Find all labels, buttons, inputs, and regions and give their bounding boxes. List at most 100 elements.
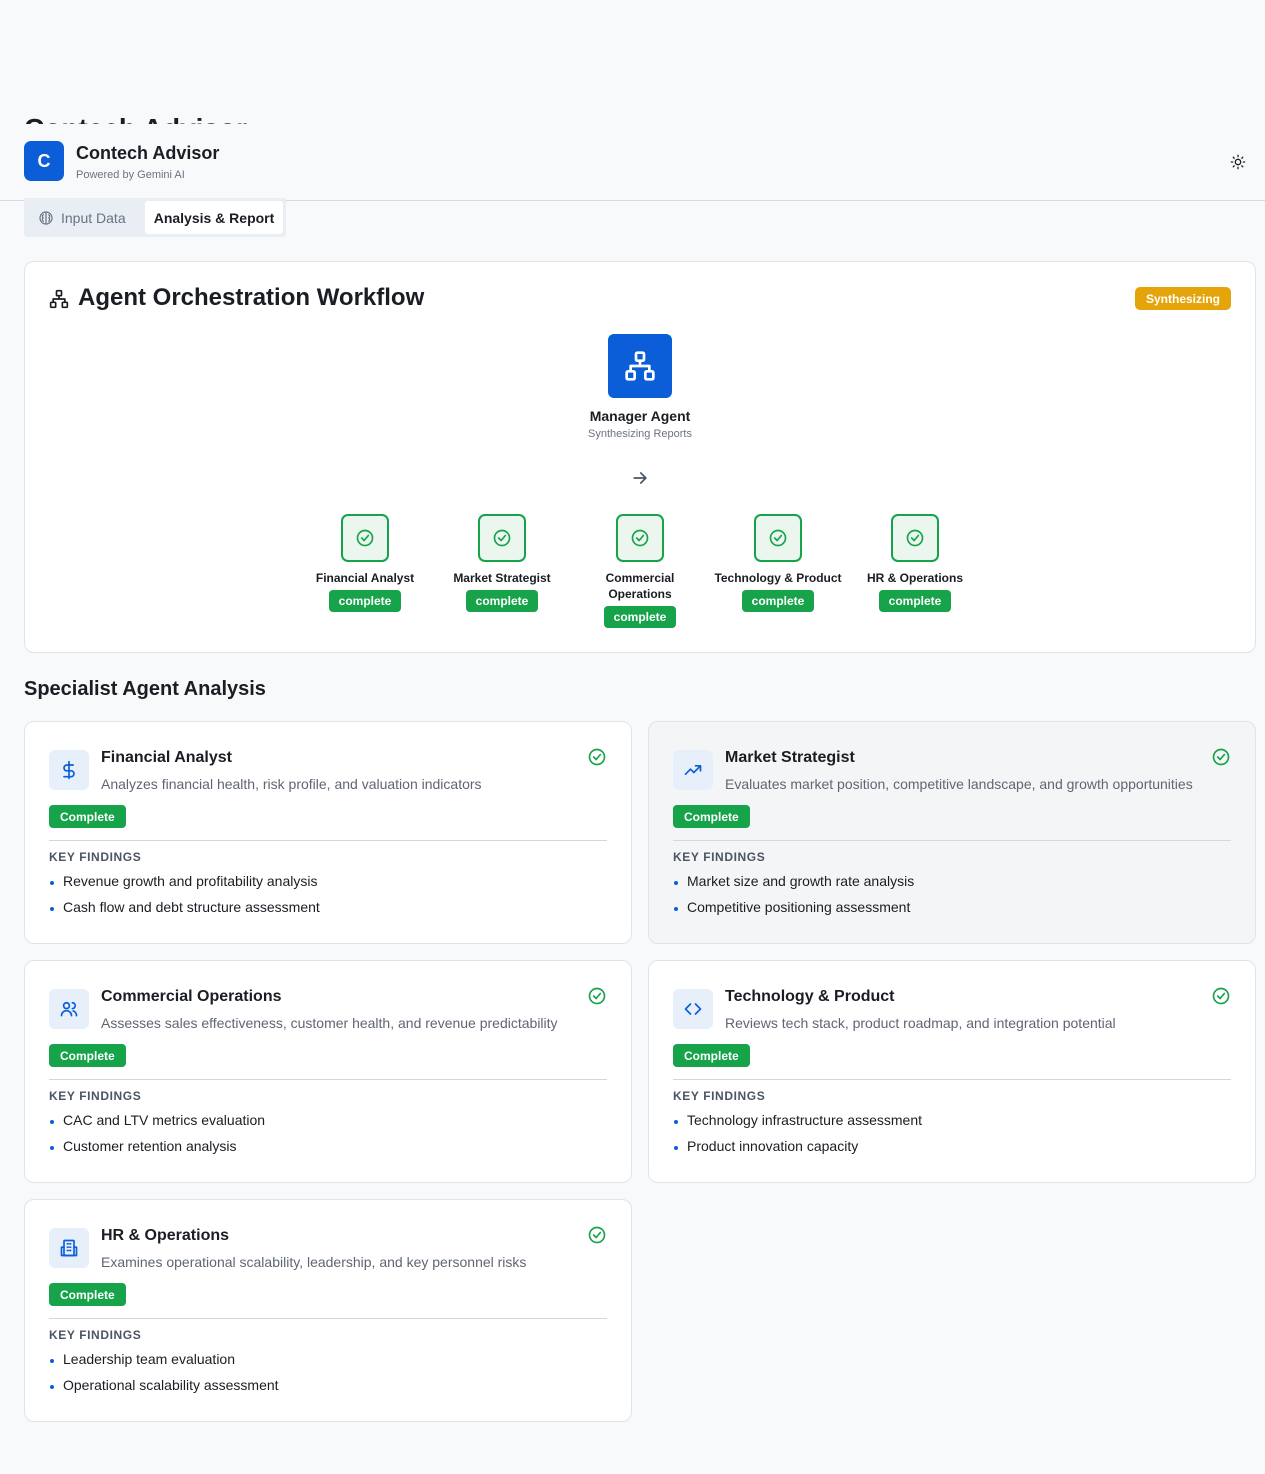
specialist-card-commercial[interactable]: Commercial Operations Assesses sales eff… — [24, 960, 632, 1183]
finding-item: Product innovation capacity — [673, 1135, 922, 1161]
theme-toggle-button[interactable] — [1226, 150, 1250, 174]
agent-node-label: Commercial Operations — [605, 571, 675, 601]
check-circle-icon — [1212, 748, 1230, 766]
divider — [673, 1079, 1231, 1080]
agent-node-status: complete — [741, 590, 815, 612]
specialist-icon-box — [49, 750, 89, 790]
agent-node-label: Financial Analyst — [315, 571, 415, 585]
agent-node-status: complete — [603, 606, 677, 628]
key-findings-label: KEY FINDINGS — [49, 850, 142, 864]
finding-item: Cash flow and debt structure assessment — [49, 896, 320, 922]
finding-item: Leadership team evaluation — [49, 1348, 279, 1374]
specialist-title: HR & Operations — [101, 1227, 230, 1244]
tab-analysis-report[interactable]: Analysis & Report — [145, 201, 283, 234]
key-findings-label: KEY FINDINGS — [673, 850, 766, 864]
specialist-status-badge: Complete — [49, 805, 126, 828]
specialist-status-badge: Complete — [673, 1044, 750, 1067]
specialist-description: Assesses sales effectiveness, customer h… — [101, 1015, 558, 1031]
specialist-card-market[interactable]: Market Strategist Evaluates market posit… — [648, 721, 1256, 944]
divider — [49, 840, 607, 841]
divider — [49, 1079, 607, 1080]
agent-node-hr: HR & Operations complete — [850, 514, 980, 612]
dollar-icon — [63, 760, 75, 780]
tab-input-data[interactable]: Input Data — [38, 201, 126, 234]
specialist-title: Market Strategist — [725, 749, 855, 766]
key-findings-label: KEY FINDINGS — [49, 1089, 142, 1103]
finding-item: Market size and growth rate analysis — [673, 870, 914, 896]
divider — [49, 1318, 607, 1319]
agent-node-financial: Financial Analyst complete — [300, 514, 430, 612]
check-circle-icon — [1212, 987, 1230, 1005]
finding-item: Operational scalability assessment — [49, 1374, 279, 1400]
agent-node-box — [478, 514, 526, 562]
tab-analysis-report-label: Analysis & Report — [153, 209, 275, 226]
specialist-icon-box — [49, 989, 89, 1029]
workflow-status-badge: Synthesizing — [1134, 287, 1231, 310]
workflow-icon — [49, 289, 69, 309]
workflow-card: Agent Orchestration Workflow Synthesizin… — [24, 261, 1256, 653]
app-logo: C — [24, 141, 64, 181]
finding-item: CAC and LTV metrics evaluation — [49, 1109, 265, 1135]
specialist-section-title: Specialist Agent Analysis — [24, 678, 266, 700]
network-icon — [625, 351, 655, 381]
agent-node-box — [341, 514, 389, 562]
key-findings-list: Technology infrastructure assessment Pro… — [673, 1109, 922, 1161]
agent-node-box — [616, 514, 664, 562]
check-circle-icon — [493, 529, 511, 547]
key-findings-list: CAC and LTV metrics evaluation Customer … — [49, 1109, 265, 1161]
agent-node-box — [891, 514, 939, 562]
key-findings-list: Revenue growth and profitability analysi… — [49, 870, 320, 922]
specialist-icon-box — [49, 1228, 89, 1268]
manager-agent-status: Synthesizing Reports — [588, 428, 692, 440]
key-findings-list: Leadership team evaluation Operational s… — [49, 1348, 279, 1400]
check-circle-icon — [588, 748, 606, 766]
specialist-title: Financial Analyst — [101, 749, 232, 766]
specialist-icon-box — [673, 750, 713, 790]
key-findings-label: KEY FINDINGS — [49, 1328, 142, 1342]
check-circle-icon — [588, 1226, 606, 1244]
specialist-card-technology[interactable]: Technology & Product Reviews tech stack,… — [648, 960, 1256, 1183]
building-icon — [60, 1239, 78, 1257]
finding-item: Revenue growth and profitability analysi… — [49, 870, 320, 896]
specialist-description: Examines operational scalability, leader… — [101, 1254, 527, 1270]
specialist-description: Analyzes financial health, risk profile,… — [101, 776, 482, 792]
code-icon — [684, 1003, 702, 1015]
specialist-description: Evaluates market position, competitive l… — [725, 776, 1193, 792]
key-findings-label: KEY FINDINGS — [673, 1089, 766, 1103]
app-subtitle: Powered by Gemini AI — [76, 169, 185, 181]
check-circle-icon — [356, 529, 374, 547]
specialist-status-badge: Complete — [49, 1044, 126, 1067]
app-header: C Contech Advisor Powered by Gemini AI — [0, 124, 1265, 201]
check-circle-icon — [769, 529, 787, 547]
finding-item: Competitive positioning assessment — [673, 896, 914, 922]
sun-icon — [1230, 154, 1246, 170]
specialist-card-hr[interactable]: HR & Operations Examines operational sca… — [24, 1199, 632, 1422]
specialist-description: Reviews tech stack, product roadmap, and… — [725, 1015, 1116, 1031]
specialist-title: Technology & Product — [725, 988, 895, 1005]
manager-agent-name: Manager Agent — [589, 408, 691, 424]
specialist-card-financial[interactable]: Financial Analyst Analyzes financial hea… — [24, 721, 632, 944]
agent-node-label: HR & Operations — [866, 571, 963, 585]
tab-input-data-label: Input Data — [61, 209, 126, 226]
agent-node-market: Market Strategist complete — [437, 514, 567, 612]
check-circle-icon — [906, 529, 924, 547]
finding-item: Technology infrastructure assessment — [673, 1109, 922, 1135]
specialist-status-badge: Complete — [673, 805, 750, 828]
agent-node-box — [754, 514, 802, 562]
agent-node-label: Market Strategist — [453, 571, 551, 585]
specialist-title: Commercial Operations — [101, 988, 282, 1005]
check-circle-icon — [588, 987, 606, 1005]
manager-agent-node — [608, 334, 672, 398]
arrow-right-icon — [633, 472, 647, 484]
key-findings-list: Market size and growth rate analysis Com… — [673, 870, 914, 922]
finding-item: Customer retention analysis — [49, 1135, 265, 1161]
workflow-title: Agent Orchestration Workflow — [78, 284, 425, 311]
agent-node-commercial: Commercial Operations complete — [575, 514, 705, 628]
tab-bar: Input Data Analysis & Report — [24, 198, 286, 237]
agent-node-status: complete — [465, 590, 539, 612]
trending-up-icon — [684, 765, 702, 775]
app-title: Contech Advisor — [76, 143, 220, 163]
agent-node-label: Technology & Product — [714, 571, 842, 585]
users-icon — [60, 1001, 78, 1017]
specialist-icon-box — [673, 989, 713, 1029]
